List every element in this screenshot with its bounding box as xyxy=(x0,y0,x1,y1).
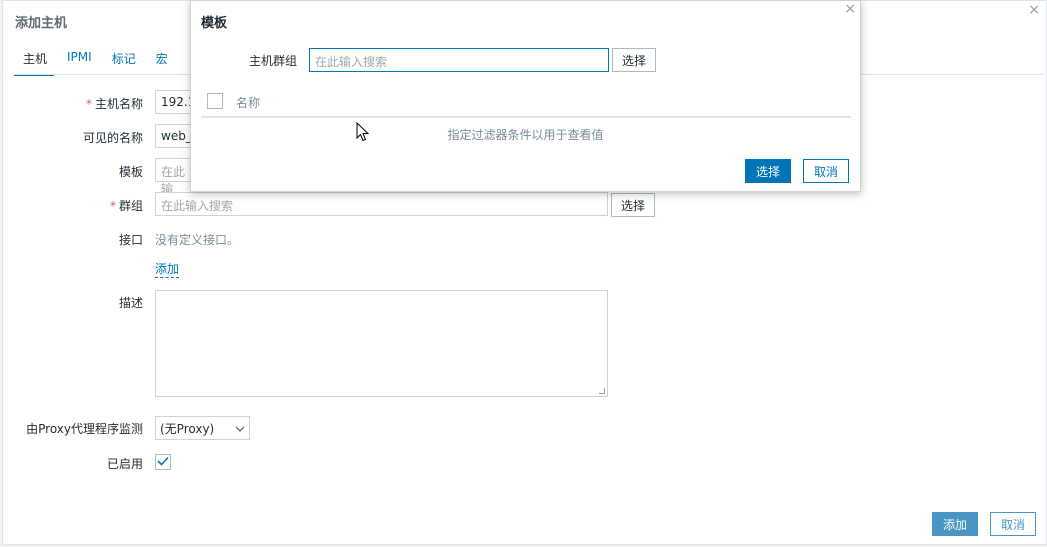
host-name-label: * 主机名称 xyxy=(85,97,143,111)
enabled-label: 已启用 xyxy=(106,457,143,471)
groups-label: * 群组 xyxy=(109,199,143,213)
interfaces-empty-text: 没有定义接口。 xyxy=(155,233,240,247)
empty-table-message: 指定过滤器条件以用于查看值 xyxy=(447,128,604,142)
close-icon[interactable]: × xyxy=(844,1,856,17)
select-all-checkbox[interactable] xyxy=(207,93,223,109)
groups-select-button[interactable]: 选择 xyxy=(611,193,656,217)
add-button[interactable]: 添加 xyxy=(932,512,979,536)
mouse-cursor-icon xyxy=(356,121,370,145)
enabled-checkbox[interactable] xyxy=(155,454,171,470)
column-header-name[interactable]: 名称 xyxy=(236,94,260,111)
host-name-input[interactable]: 192.1 xyxy=(155,90,195,114)
interfaces-label: 接口 xyxy=(118,233,143,247)
tab-tags[interactable]: 标记 xyxy=(103,48,143,76)
template-dialog: 模板 × 主机群组 在此输入搜索 选择 名称 指定过滤器条件以用于查看值 选择 … xyxy=(190,0,861,192)
visible-name-input[interactable]: web_ xyxy=(155,124,195,148)
required-marker: * xyxy=(85,97,92,111)
description-label: 描述 xyxy=(118,296,143,310)
cancel-button[interactable]: 取消 xyxy=(990,512,1037,536)
groups-input[interactable]: 在此输入搜索 xyxy=(155,192,608,216)
host-group-select-button[interactable]: 选择 xyxy=(612,48,657,72)
required-marker: * xyxy=(109,199,116,213)
templates-input[interactable]: 在此输 xyxy=(155,158,195,196)
tab-bar: 主机 IPMI 标记 宏 xyxy=(14,48,179,76)
proxy-label: 由Proxy代理程序监测 xyxy=(26,422,143,436)
tab-host[interactable]: 主机 xyxy=(14,48,55,76)
description-textarea[interactable] xyxy=(155,290,608,397)
close-icon[interactable]: × xyxy=(1028,2,1040,18)
template-select-button[interactable]: 选择 xyxy=(745,159,792,183)
check-icon xyxy=(157,456,169,466)
proxy-select[interactable]: (无Proxy) xyxy=(155,416,250,440)
tab-ipmi[interactable]: IPMI xyxy=(58,48,99,76)
host-group-label: 主机群组 xyxy=(249,54,298,68)
host-group-filter-input[interactable]: 在此输入搜索 xyxy=(309,48,609,72)
proxy-selected-value: (无Proxy) xyxy=(160,421,215,436)
templates-label: 模板 xyxy=(118,165,143,179)
tab-macros[interactable]: 宏 xyxy=(147,48,175,76)
add-interface-link[interactable]: 添加 xyxy=(155,260,180,278)
template-dialog-title: 模板 xyxy=(201,16,228,31)
table-header: 名称 xyxy=(201,92,851,118)
dialog-title: 添加主机 xyxy=(15,16,68,31)
template-cancel-button[interactable]: 取消 xyxy=(803,159,850,183)
visible-name-label: 可见的名称 xyxy=(82,131,143,145)
chevron-down-icon xyxy=(235,421,245,435)
resize-handle-icon[interactable] xyxy=(599,388,605,394)
